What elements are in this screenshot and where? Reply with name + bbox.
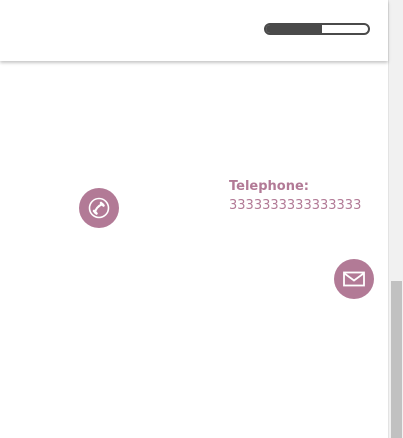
mail-icon-glyph	[343, 271, 365, 287]
contact-telephone: Telephone: 3333333333333333	[229, 178, 361, 215]
viewport: Telephone: 3333333333333333	[0, 0, 403, 438]
telephone-label: Telephone:	[229, 179, 309, 194]
mail-icon[interactable]	[334, 259, 374, 299]
progress-bar-fill	[266, 25, 323, 33]
phone-icon[interactable]	[79, 188, 119, 228]
header-bar	[0, 0, 388, 61]
telephone-number[interactable]: 3333333333333333	[229, 197, 361, 215]
page-content: Telephone: 3333333333333333	[0, 0, 388, 438]
phone-icon-glyph	[88, 197, 110, 219]
progress-bar	[264, 23, 370, 35]
scrollbar-thumb[interactable]	[391, 281, 402, 438]
vertical-scrollbar[interactable]	[388, 0, 403, 438]
